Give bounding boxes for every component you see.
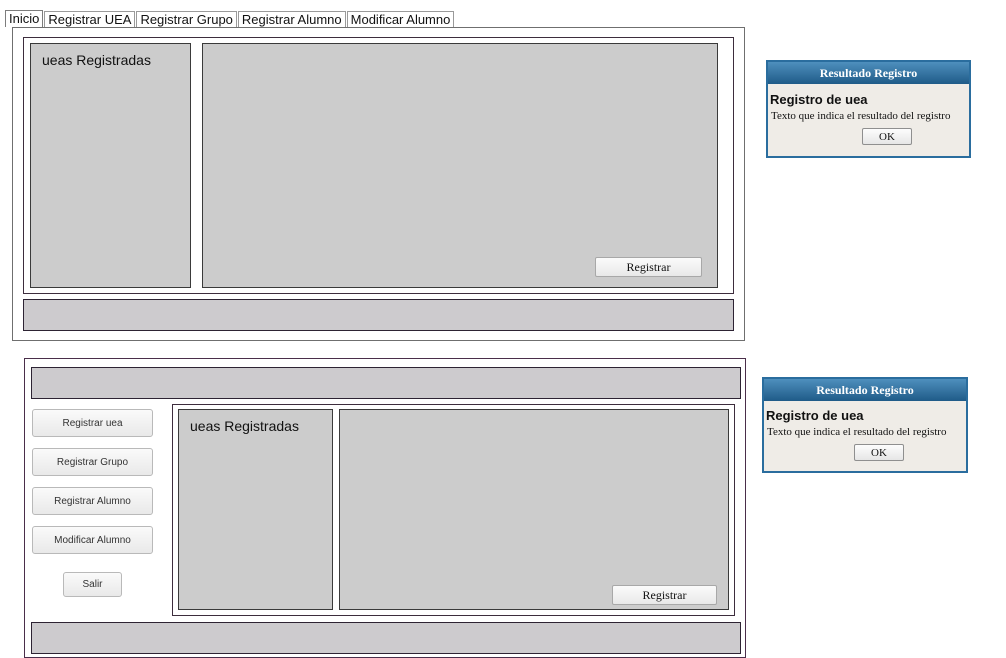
- dialog-title-2: Resultado Registro: [764, 379, 966, 401]
- registration-form-panel: Registrar: [202, 43, 718, 288]
- status-bar-2: [31, 622, 741, 654]
- tab-modificar-alumno[interactable]: Modificar Alumno: [346, 11, 455, 27]
- header-bar: [31, 367, 741, 399]
- result-dialog: Resultado Registro Registro de uea Texto…: [766, 60, 971, 158]
- status-bar: [23, 299, 734, 331]
- dialog-heading-2: Registro de uea: [766, 408, 864, 423]
- dialog-message: Texto que indica el resultado del regist…: [771, 110, 951, 122]
- tab-registrar-uea[interactable]: Registrar UEA: [44, 11, 136, 27]
- registered-ueas-panel: ueas Registradas: [30, 43, 191, 288]
- ok-button[interactable]: OK: [862, 128, 912, 145]
- ok-button-2[interactable]: OK: [854, 444, 904, 461]
- register-button-2[interactable]: Registrar: [612, 585, 717, 605]
- sidebar-item-modificar-alumno[interactable]: Modificar Alumno: [32, 526, 153, 554]
- registered-ueas-title-2: ueas Registradas: [190, 418, 299, 434]
- tab-inicio[interactable]: Inicio: [5, 10, 44, 27]
- tab-bar: Inicio Registrar UEA Registrar Grupo Reg…: [5, 10, 455, 27]
- sidebar-item-registrar-alumno[interactable]: Registrar Alumno: [32, 487, 153, 515]
- registered-ueas-panel-2: ueas Registradas: [178, 409, 333, 610]
- sidebar-item-registrar-uea[interactable]: Registrar uea: [32, 409, 153, 437]
- dialog-title: Resultado Registro: [768, 62, 969, 84]
- tab-registrar-grupo[interactable]: Registrar Grupo: [136, 11, 237, 27]
- dialog-heading: Registro de uea: [770, 92, 868, 107]
- registered-ueas-title: ueas Registradas: [42, 52, 151, 68]
- tab-registrar-alumno[interactable]: Registrar Alumno: [237, 11, 346, 27]
- registration-form-panel-2: Registrar: [339, 409, 729, 610]
- result-dialog-2: Resultado Registro Registro de uea Texto…: [762, 377, 968, 473]
- dialog-message-2: Texto que indica el resultado del regist…: [767, 426, 947, 438]
- sidebar-item-registrar-grupo[interactable]: Registrar Grupo: [32, 448, 153, 476]
- exit-button[interactable]: Salir: [63, 572, 122, 597]
- register-button[interactable]: Registrar: [595, 257, 702, 277]
